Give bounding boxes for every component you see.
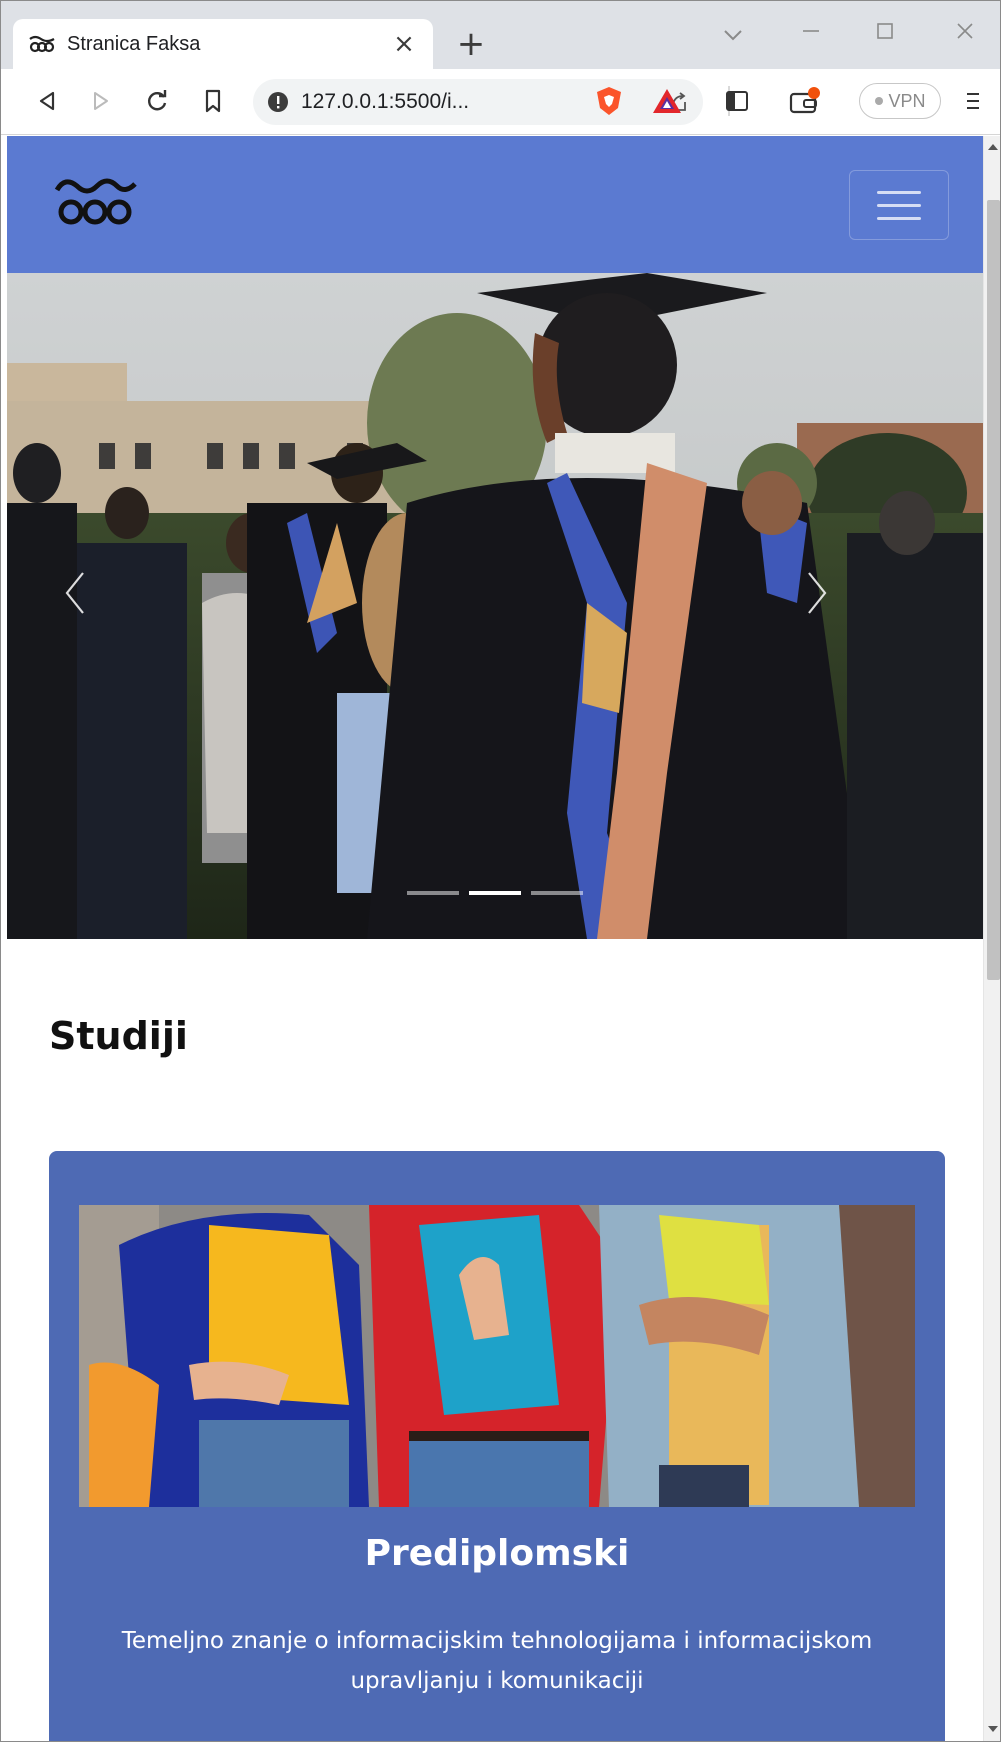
brave-shield-icon[interactable] [591,83,627,119]
scroll-up-arrow-icon[interactable] [988,144,998,150]
tab-title: Stranica Faksa [67,32,201,55]
forward-icon[interactable] [83,83,119,119]
vpn-button[interactable]: VPN [859,83,941,119]
page-scrollbar[interactable] [983,136,1000,1741]
site-logo-favicon-icon [29,35,55,53]
tab-strip: Stranica Faksa × + [1,1,1000,69]
sidebar-icon[interactable] [719,83,755,119]
site-logo-icon[interactable] [51,172,141,232]
carousel-next-button[interactable] [797,563,837,623]
carousel-indicator-3[interactable] [531,891,583,895]
hero-carousel [7,273,983,939]
page-viewport: Studiji Prediplomski Temeljno znanje o i… [1,136,983,1741]
close-window-icon[interactable] [945,15,985,51]
carousel-indicator-2[interactable] [469,891,521,895]
wallet-icon[interactable] [787,83,823,119]
study-card[interactable]: Prediplomski Temeljno znanje o informaci… [49,1151,945,1741]
carousel-indicators [7,891,983,895]
chevron-left-icon [65,572,84,614]
scroll-down-arrow-icon[interactable] [988,1726,998,1732]
info-icon[interactable] [267,91,289,113]
scrollbar-thumb[interactable] [987,200,1000,980]
students-photo [79,1205,915,1507]
back-icon[interactable] [29,83,65,119]
vpn-label: VPN [888,90,926,111]
carousel-indicator-1[interactable] [407,891,459,895]
card-description: Temeljno znanje o informacijskim tehnolo… [121,1628,873,1694]
tab-search-chevron-icon[interactable] [713,15,753,51]
bookmark-icon[interactable] [195,83,231,119]
hamburger-line [877,190,921,194]
chevron-right-icon [808,572,827,614]
hamburger-line [877,216,921,220]
browser-toolbar: 127.0.0.1:5500/i... VPN [1,69,1000,135]
new-tab-button[interactable]: + [453,27,489,63]
browser-tab[interactable]: Stranica Faksa × [13,19,433,69]
navbar-toggle-button[interactable] [849,170,949,240]
maximize-icon[interactable] [865,15,905,51]
card-title: Prediplomski [364,1533,630,1574]
site-navbar [7,136,983,273]
brave-rewards-icon[interactable] [649,83,685,119]
browser-window: Stranica Faksa × + 127.0.0.1:5500/i... V… [0,0,1001,1742]
address-bar[interactable]: 127.0.0.1:5500/i... [253,79,703,125]
reload-icon[interactable] [139,83,175,119]
minimize-icon[interactable] [791,15,831,51]
carousel-prev-button[interactable] [55,563,95,623]
section-title: Studiji [49,1014,188,1058]
tab-close-icon[interactable]: × [389,31,419,57]
hamburger-line [877,203,921,207]
vpn-status-dot-icon [875,97,884,105]
menu-icon[interactable] [955,83,991,119]
